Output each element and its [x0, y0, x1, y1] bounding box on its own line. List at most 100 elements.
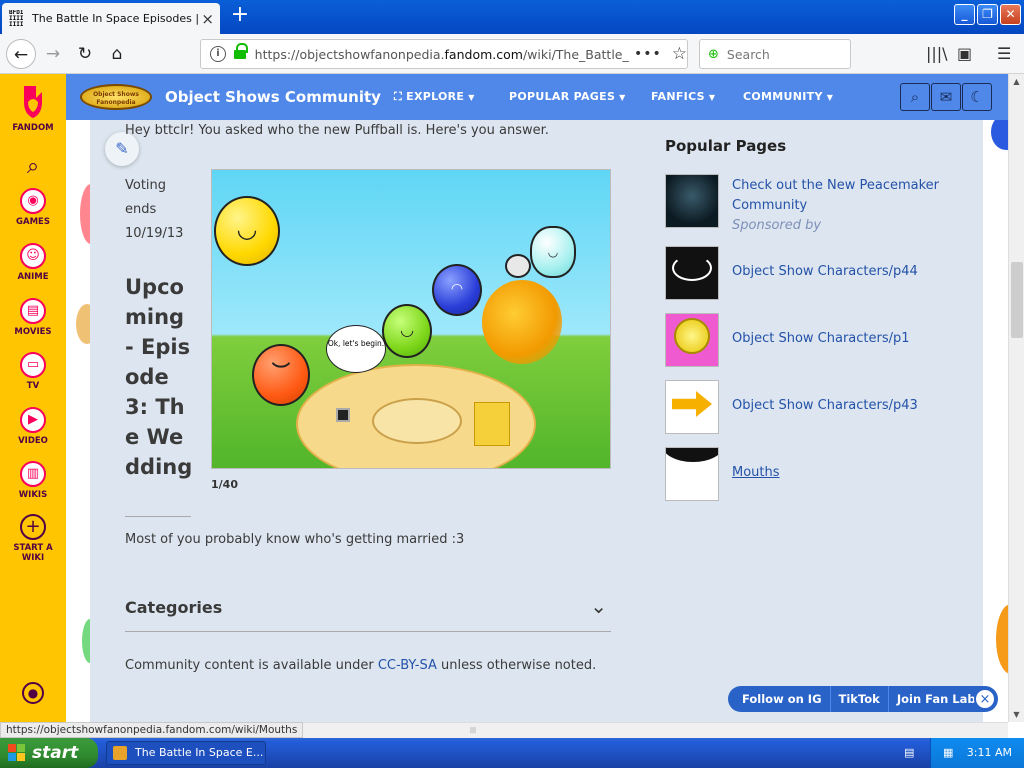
- rail-games[interactable]: ◉ GAMES: [0, 188, 66, 227]
- tab-title: The Battle In Space Episodes | Object: [32, 12, 198, 25]
- episode-gallery-image[interactable]: ◡ ︶ ◡ ◠ ◡ Ok, let's begin.: [211, 169, 611, 469]
- anime-icon: ☺: [20, 243, 46, 269]
- search-box[interactable]: ⊕ Search: [699, 39, 851, 69]
- search-engine-icon: ⊕: [708, 46, 719, 62]
- tiktok-button[interactable]: TikTok: [831, 686, 889, 712]
- speech-bubble: Ok, let's begin.: [326, 325, 386, 373]
- fandom-global-rail: FANDOM ⌕ ◉ GAMES ☺ ANIME ▤ MOVIES ▭ TV ▶…: [0, 74, 66, 722]
- rail-search[interactable]: ⌕: [0, 154, 66, 179]
- arrow-character-thumbnail: [665, 380, 719, 434]
- search-placeholder: Search: [726, 46, 770, 62]
- follow-ig-button[interactable]: Follow on IG: [728, 686, 831, 712]
- close-window-icon[interactable]: ✕: [1000, 4, 1021, 25]
- join-fan-lab-button[interactable]: Join Fan Lab: [889, 686, 984, 712]
- cc-by-sa-link[interactable]: CC-BY-SA: [378, 658, 437, 673]
- nav-popular-pages[interactable]: POPULAR PAGES ▼: [509, 90, 626, 103]
- close-follow-bar-icon[interactable]: ×: [974, 688, 996, 710]
- community-name[interactable]: Object Shows Community: [165, 88, 381, 106]
- windows-flag-icon: [8, 744, 26, 762]
- popular-page-link[interactable]: Object Show Characters/p1: [732, 329, 962, 349]
- rail-tv[interactable]: ▭ TV: [0, 352, 66, 391]
- nav-fanfics[interactable]: FANFICS ▼: [651, 90, 715, 103]
- browser-tab[interactable]: BFDI IIII IIII The Battle In Space Episode…: [2, 3, 220, 34]
- page-actions-icon[interactable]: •••: [634, 46, 662, 62]
- forward-arrow-icon[interactable]: →: [38, 39, 68, 69]
- orange-face-character: ︶: [252, 344, 310, 406]
- fandom-heart-icon: [16, 82, 50, 120]
- rail-start-wiki[interactable]: + START A WIKI: [0, 514, 66, 563]
- reload-icon[interactable]: ↻: [70, 39, 100, 69]
- window-app-icon: [113, 746, 127, 760]
- tv-icon: ▭: [20, 352, 46, 378]
- rail-fandom[interactable]: FANDOM: [0, 82, 66, 133]
- gray-ball-character: [505, 254, 531, 278]
- play-icon: ▶: [20, 407, 46, 433]
- follow-bar: Follow on IG TikTok Join Fan Lab ×: [728, 686, 998, 712]
- license-text: Community content is available under CC-…: [125, 658, 597, 673]
- background-decor: [996, 604, 1008, 674]
- search-icon: ⌕: [26, 154, 40, 179]
- green-face-character: ◡: [382, 304, 432, 358]
- nav-community[interactable]: COMMUNITY ▼: [743, 90, 833, 103]
- tv-character-thumbnail: [665, 246, 719, 300]
- window-controls: _ ❐ ✕: [954, 4, 1021, 25]
- rail-wikis[interactable]: ▥ WIKIS: [0, 461, 66, 500]
- episode-description: Most of you probably know who's getting …: [125, 532, 465, 547]
- wiki-logo[interactable]: Object Shows Fanonpedia: [80, 84, 152, 110]
- rail-user[interactable]: ●: [0, 682, 66, 704]
- back-arrow-icon[interactable]: ←: [6, 39, 36, 69]
- discussions-icon[interactable]: ✉: [931, 83, 961, 111]
- rail-video[interactable]: ▶ VIDEO: [0, 407, 66, 446]
- gamepad-icon: ◉: [20, 188, 46, 214]
- tab-close-icon[interactable]: ×: [201, 10, 214, 28]
- scroll-down-icon[interactable]: ▼: [1009, 707, 1024, 722]
- home-icon[interactable]: ⌂: [102, 39, 132, 69]
- secure-lock-icon: [233, 43, 248, 60]
- sidebar-icon[interactable]: ▣: [957, 44, 972, 63]
- theme-toggle-icon[interactable]: ☾: [962, 83, 992, 111]
- user-avatar-icon: ●: [22, 682, 44, 704]
- page-area: Object Shows Fanonpedia Object Shows Com…: [66, 74, 1008, 722]
- popular-pages-title: Popular Pages: [665, 137, 787, 155]
- keyboard-icon[interactable]: ▤: [904, 746, 914, 759]
- site-info-icon[interactable]: i: [210, 46, 226, 62]
- rail-anime[interactable]: ☺ ANIME: [0, 243, 66, 282]
- new-tab-button[interactable]: +: [228, 4, 252, 28]
- categories-toggle[interactable]: Categories ⌄: [125, 592, 611, 632]
- wiki-search-icon[interactable]: ⌕: [900, 83, 930, 111]
- site-favicon-icon: BFDI IIII IIII: [9, 9, 24, 28]
- popular-page-link[interactable]: Check out the New Peacemaker Community: [732, 176, 962, 216]
- center-object: [336, 408, 350, 422]
- peacemaker-thumbnail: [665, 174, 719, 228]
- popular-page-link[interactable]: Object Show Characters/p44: [732, 262, 962, 282]
- clapperboard-icon: ▤: [20, 298, 46, 324]
- scroll-up-icon[interactable]: ▲: [1009, 74, 1024, 89]
- menu-icon[interactable]: ☰: [997, 44, 1011, 63]
- yellow-face-character: ◡: [214, 196, 280, 266]
- yellow-block: [474, 402, 510, 446]
- nav-explore[interactable]: ⛶ EXPLORE ▼: [394, 90, 475, 104]
- bookmark-star-icon[interactable]: ☆: [672, 44, 687, 64]
- upcoming-heading: Upcoming - Episode 3: The Wedding: [125, 275, 193, 479]
- vertical-scrollbar[interactable]: ▲ ▼: [1008, 74, 1024, 722]
- start-button[interactable]: start: [0, 738, 98, 768]
- status-url: https://objectshowfanonpedia.fandom.com/…: [0, 722, 304, 738]
- browser-nav-bar: ← → ↻ ⌂ i https://objectshowfanonpedia.f…: [0, 34, 1024, 74]
- restore-icon[interactable]: ❐: [977, 4, 998, 25]
- address-bar[interactable]: i https://objectshowfanonpedia.fandom.co…: [200, 39, 688, 69]
- popular-page-link[interactable]: Object Show Characters/p43: [732, 396, 962, 416]
- library-icon[interactable]: |||\: [926, 44, 948, 63]
- url-text[interactable]: https://objectshowfanonpedia.fandom.com/…: [255, 47, 630, 62]
- scroll-grip-icon: |||: [470, 727, 477, 734]
- tray-network-icon[interactable]: ▦: [943, 746, 953, 759]
- minimize-icon[interactable]: _: [954, 4, 975, 25]
- vertical-scroll-thumb[interactable]: [1011, 262, 1023, 338]
- windows-taskbar: start The Battle In Space E... ▦ 3:11 AM…: [0, 738, 1024, 768]
- mouths-thumbnail: [665, 447, 719, 501]
- rail-movies[interactable]: ▤ MOVIES: [0, 298, 66, 337]
- chevron-down-icon: ▼: [708, 93, 716, 102]
- chevron-down-icon: ▼: [619, 93, 626, 102]
- gallery-counter: 1/40: [211, 478, 238, 491]
- popular-page-link[interactable]: Mouths: [732, 463, 962, 483]
- taskbar-firefox-item[interactable]: The Battle In Space E...: [106, 741, 266, 765]
